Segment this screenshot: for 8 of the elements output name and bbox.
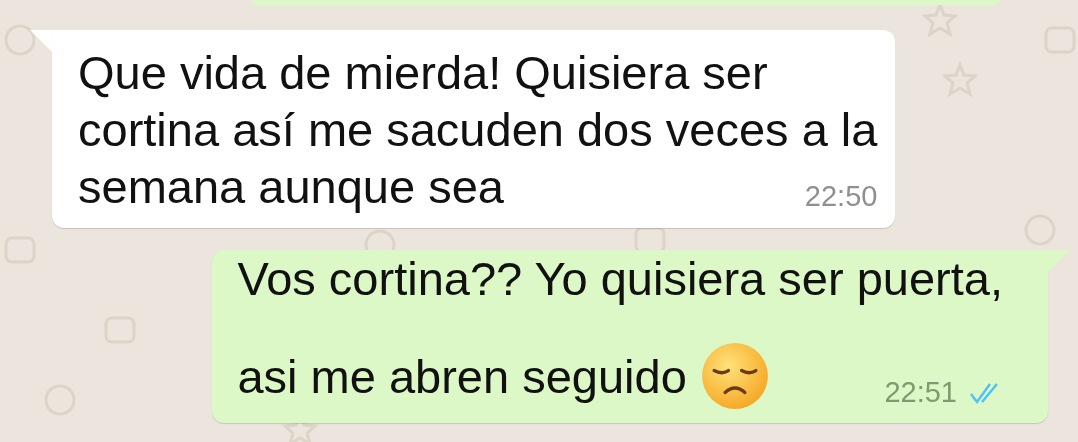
- message-text: Que vida de mierda! Quisiera ser: [78, 45, 768, 101]
- message-time: 22:50: [804, 180, 878, 213]
- message-text: cortina así me sacuden dos veces a la: [78, 102, 878, 158]
- message-text: asi me abren seguido: [237, 348, 687, 405]
- sad-face-icon: [700, 342, 769, 410]
- message-time: 22:51: [884, 376, 957, 409]
- message-text: Vos cortina?? Yo quisiera ser puerta,: [237, 251, 1003, 307]
- message-text: semana aunque sea: [78, 159, 504, 215]
